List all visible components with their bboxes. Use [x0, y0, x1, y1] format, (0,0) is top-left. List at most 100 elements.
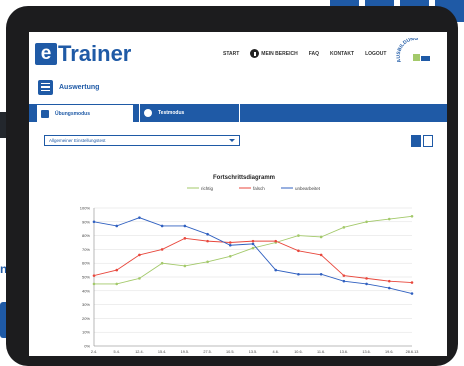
data-point-richtig: [410, 214, 414, 218]
badge-house-icon: [413, 54, 420, 61]
data-point-richtig: [251, 246, 255, 250]
legend-label-richtig: richtig: [201, 186, 214, 191]
data-point-unbearbeitet: [160, 224, 164, 228]
y-tick-label: 50%: [82, 275, 90, 280]
data-point-richtig: [342, 226, 346, 229]
y-tick-label: 20%: [82, 316, 90, 321]
y-tick-label: 100%: [80, 206, 91, 211]
x-tick-label: 10.5.: [226, 350, 234, 354]
nav-logout[interactable]: LOGOUT: [365, 51, 386, 57]
nav-faq[interactable]: FAQ: [309, 51, 319, 57]
y-tick-label: 60%: [82, 261, 90, 266]
logo-wordmark: Trainer: [58, 41, 132, 66]
data-point-falsch: [387, 279, 391, 283]
data-point-unbearbeitet: [410, 292, 414, 295]
test-select[interactable]: Allgemeiner Einstellungstest: [44, 135, 240, 146]
data-point-unbearbeitet: [228, 243, 232, 247]
y-tick-label: 70%: [82, 247, 90, 252]
x-tick-label: 2.4.: [91, 350, 97, 354]
chevron-down-icon: [229, 139, 235, 142]
x-tick-label: 5.4.: [114, 350, 120, 354]
view-toggle: [411, 135, 433, 147]
x-tick-label: 13.5.: [249, 350, 257, 354]
nav-kontakt[interactable]: KONTAKT: [330, 51, 354, 57]
ausbildung-badge: AUSBILDUNG: [396, 38, 430, 63]
main-nav: START MEIN BEREICH FAQ KONTAKT LOGOUT: [223, 49, 386, 58]
tab-bar: Übungsmodus Testmodus: [29, 104, 447, 122]
data-point-richtig: [160, 261, 164, 265]
data-point-falsch: [183, 237, 187, 240]
data-point-falsch: [138, 253, 141, 257]
data-point-falsch: [206, 239, 209, 243]
data-point-richtig: [206, 260, 209, 264]
chart-view-button[interactable]: [411, 135, 421, 147]
data-point-falsch: [319, 253, 323, 257]
data-point-falsch: [160, 248, 164, 251]
progress-chart: Fortschrittsdiagramm richtig falsch unbearb…: [80, 175, 419, 354]
x-tick-label: 19.6.: [385, 350, 393, 354]
data-point-richtig: [365, 220, 368, 224]
x-tick-label: 13.6.: [362, 350, 370, 354]
data-point-unbearbeitet: [138, 216, 141, 219]
data-point-unbearbeitet: [365, 282, 368, 286]
data-point-richtig: [319, 235, 323, 239]
nav-start[interactable]: START: [223, 51, 239, 57]
data-point-richtig: [297, 234, 300, 237]
section-header: Auswertung: [29, 76, 447, 98]
data-point-unbearbeitet: [183, 224, 187, 228]
info-person-icon: [250, 49, 260, 58]
x-tick-label: 11.6.: [317, 350, 325, 354]
section-title: Auswertung: [59, 83, 100, 91]
data-point-unbearbeitet: [206, 232, 209, 236]
table-view-button[interactable]: [423, 135, 433, 147]
data-point-falsch: [297, 249, 300, 253]
legend-label-falsch: falsch: [253, 186, 265, 191]
data-point-unbearbeitet: [115, 224, 119, 228]
data-point-richtig: [183, 264, 187, 268]
uebungsmodus-icon: [41, 109, 49, 118]
data-point-richtig: [387, 217, 391, 221]
data-point-falsch: [92, 274, 96, 277]
data-point-falsch: [365, 277, 368, 280]
tablet-frame: e Trainer START MEIN BEREICH FAQ KONTAKT…: [6, 6, 458, 366]
series-line-richtig: [94, 215, 413, 285]
x-tick-label: 4.6.: [273, 350, 279, 354]
data-point-unbearbeitet: [319, 272, 323, 276]
data-point-falsch: [115, 268, 119, 272]
etrainer-logo[interactable]: e Trainer: [35, 43, 131, 65]
test-select-value: Allgemeiner Einstellungstest: [49, 138, 106, 143]
data-point-richtig: [138, 277, 141, 280]
y-tick-label: 80%: [82, 233, 90, 238]
chart-title: Fortschrittsdiagramm: [213, 175, 275, 181]
data-point-unbearbeitet: [342, 279, 346, 283]
data-point-richtig: [228, 255, 232, 258]
y-tick-label: 40%: [82, 288, 90, 293]
x-tick-label: 27.5.: [203, 350, 211, 354]
data-point-falsch: [342, 274, 346, 277]
tab-testmodus-label: Testmodus: [158, 110, 185, 116]
nav-mein-bereich-label: MEIN BEREICH: [261, 50, 298, 57]
data-point-falsch: [410, 281, 414, 284]
y-tick-label: 10%: [82, 330, 90, 335]
tab-testmodus[interactable]: Testmodus: [139, 104, 240, 122]
data-point-unbearbeitet: [274, 268, 278, 272]
y-tick-label: 30%: [82, 302, 90, 307]
y-tick-label: 90%: [82, 219, 90, 224]
y-tick-label: 0%: [84, 344, 90, 349]
x-tick-label: 13.6.: [340, 350, 348, 354]
data-point-falsch: [251, 239, 255, 243]
x-tick-label: 15.4.: [158, 350, 166, 354]
data-point-unbearbeitet: [92, 220, 96, 224]
logo-e-mark: e: [35, 43, 57, 65]
data-point-unbearbeitet: [251, 242, 255, 246]
tab-uebungsmodus[interactable]: Übungsmodus: [36, 104, 134, 122]
data-point-falsch: [228, 241, 232, 244]
data-point-richtig: [115, 282, 119, 286]
stopwatch-icon: [144, 109, 152, 117]
x-tick-label: 28.6.13: [406, 350, 419, 354]
x-tick-label: 12.4.: [135, 350, 143, 354]
x-tick-label: 19.5.: [181, 350, 189, 354]
badge-car-icon: [421, 56, 430, 61]
nav-mein-bereich[interactable]: MEIN BEREICH: [250, 49, 298, 58]
list-icon: [38, 79, 53, 95]
